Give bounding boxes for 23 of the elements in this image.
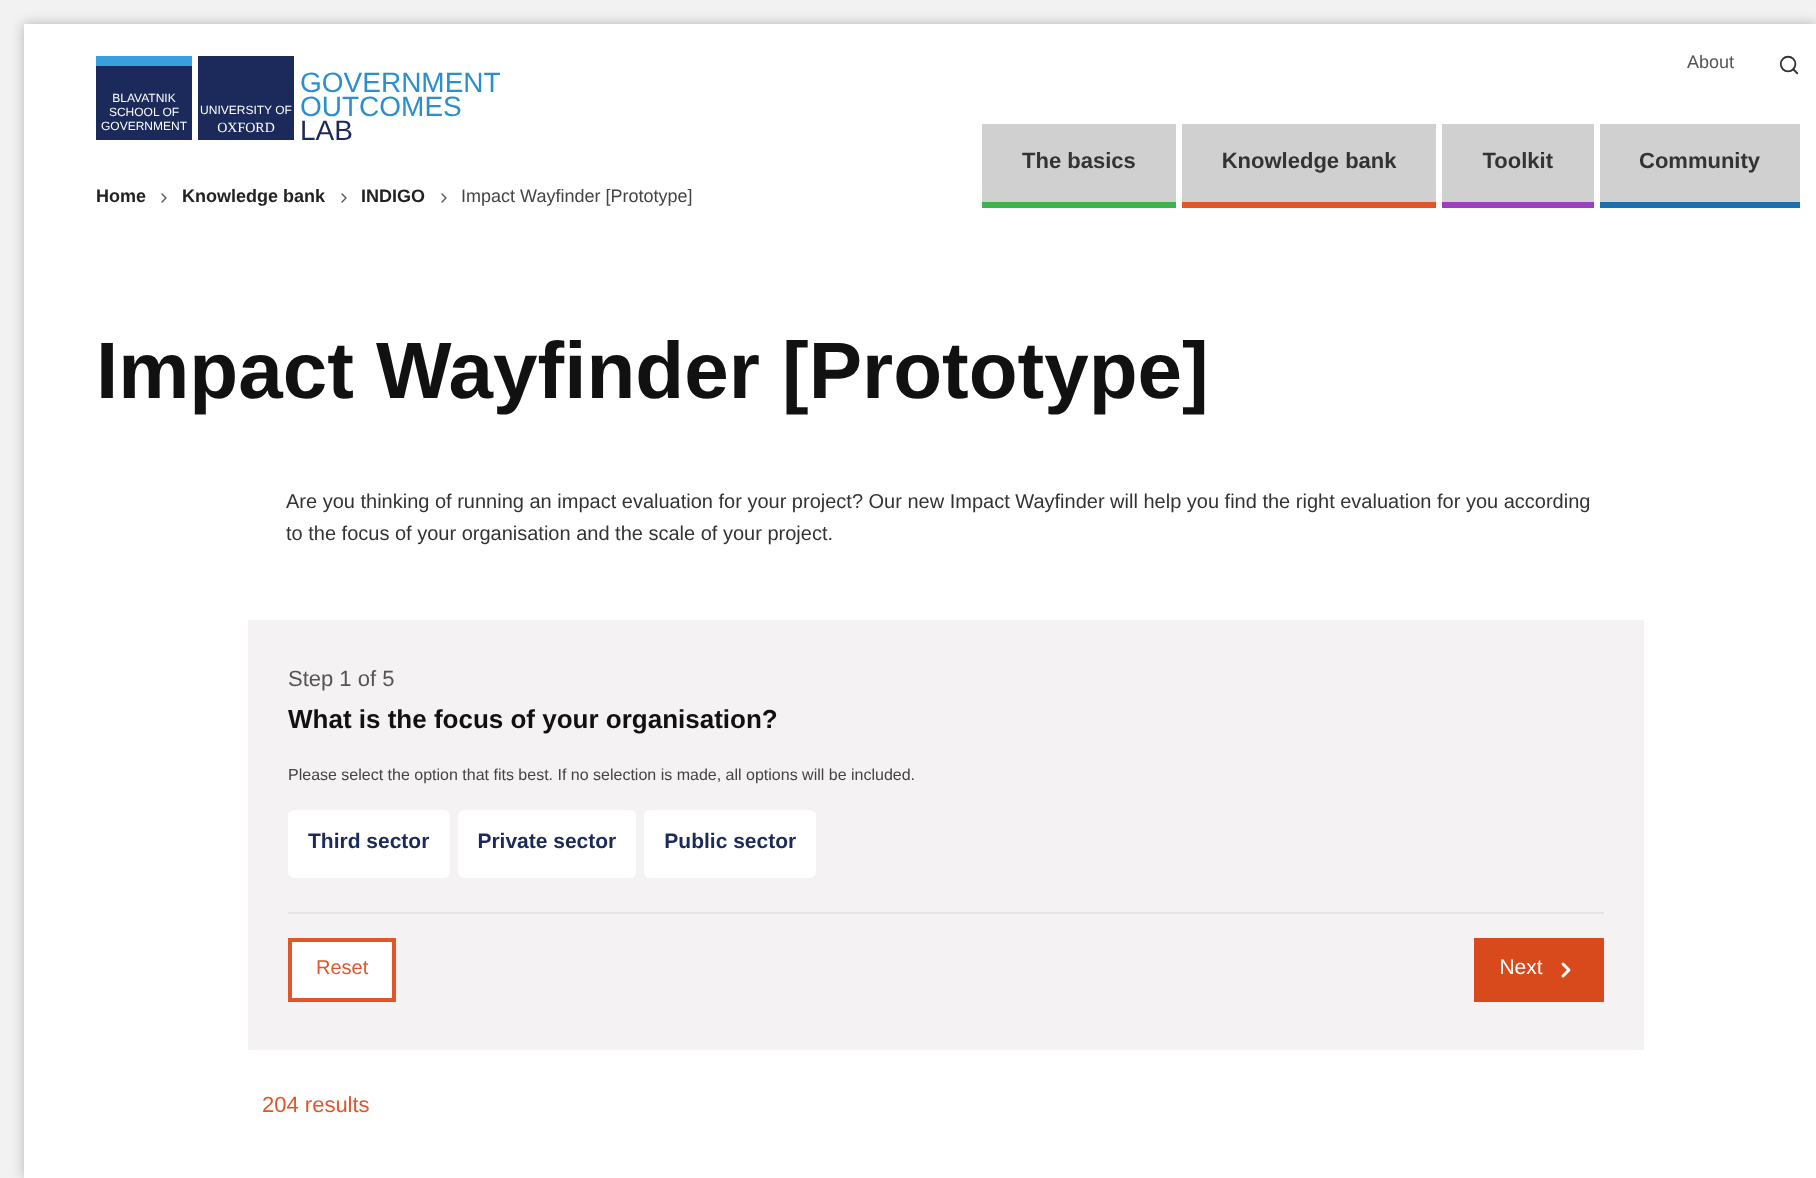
reset-button[interactable]: Reset (288, 937, 397, 1001)
nav-tab[interactable]: The basics (982, 124, 1176, 208)
next-button[interactable]: Next (1474, 937, 1604, 1001)
step-counter: Step 1 of 5 (288, 665, 397, 695)
lab-name: OUTCOMES (300, 94, 462, 118)
option-button[interactable]: Private sector (457, 809, 637, 877)
nav-tab[interactable]: Knowledge bank (1181, 124, 1437, 208)
breadcrumb-link[interactable]: Home (96, 184, 147, 211)
search-icon[interactable] (1778, 53, 1800, 75)
breadcrumb-link[interactable]: Knowledge bank (182, 184, 326, 211)
lab-name: LAB (300, 118, 353, 140)
breadcrumb-link[interactable]: INDIGO (361, 184, 426, 211)
results-count: 204 results (262, 1091, 372, 1121)
top-link[interactable]: About (1686, 50, 1734, 78)
option-button[interactable]: Third sector (288, 809, 450, 877)
question-text: What is the focus of your organisation? (288, 702, 780, 738)
page-title: Impact Wayfinder [Prototype] (96, 325, 1211, 419)
intro-text: Are you thinking of running an impact evaluation for your project? Our new Impact Wayfinder will help you find the right evaluation for you according to the focus of your organisation and the scale of your project. (286, 489, 1593, 549)
nav-tab[interactable]: Toolkit (1442, 124, 1593, 208)
lab-name: GOVERNMENT (300, 70, 501, 94)
nav-tab[interactable]: Community (1599, 124, 1800, 208)
option-button[interactable]: Public sector (644, 809, 817, 877)
hint-text: Please select the option that fits best. If no selection is made, all options will be included. (288, 763, 918, 787)
